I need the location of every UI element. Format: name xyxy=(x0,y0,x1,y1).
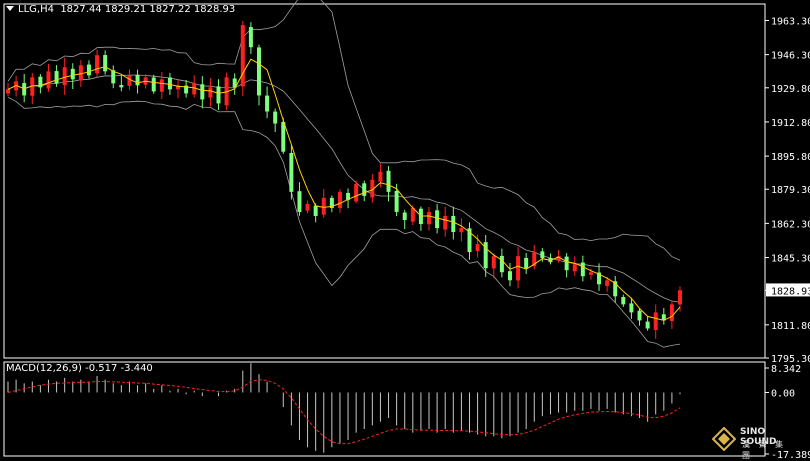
price-tick-label: 1845.30 xyxy=(771,254,810,265)
bollinger-bands xyxy=(7,0,681,348)
candle[interactable] xyxy=(256,44,261,106)
candle[interactable] xyxy=(273,108,278,132)
candle[interactable] xyxy=(548,253,553,265)
candle[interactable] xyxy=(184,80,189,98)
logo-sub: 漢 聲 集 團 xyxy=(742,440,787,460)
candle[interactable] xyxy=(645,316,650,331)
ma-line xyxy=(7,58,681,321)
candle[interactable] xyxy=(265,86,270,119)
macd-panel-border xyxy=(3,361,766,457)
macd-tick-label: 0.00 xyxy=(771,388,795,399)
candle[interactable] xyxy=(232,73,237,95)
candle[interactable] xyxy=(524,252,529,274)
price-tick-label: 1912.80 xyxy=(771,118,810,129)
candle[interactable] xyxy=(507,262,512,287)
price-axis: 1963.30 1946.30 1929.80 1912.80 1895.80 1879.… xyxy=(765,16,810,365)
candle[interactable] xyxy=(597,263,602,291)
candle[interactable] xyxy=(176,79,181,99)
candle[interactable] xyxy=(467,222,472,260)
macd-label: MACD(12,26,9) xyxy=(6,363,82,374)
candle[interactable] xyxy=(86,60,91,79)
candle[interactable] xyxy=(483,235,488,277)
moving-average-line xyxy=(7,58,681,321)
price-tick-label: 1963.30 xyxy=(771,16,810,27)
candle[interactable] xyxy=(240,20,245,97)
candle[interactable] xyxy=(305,200,310,213)
candle[interactable] xyxy=(119,75,124,92)
candle[interactable] xyxy=(289,145,294,200)
candle[interactable] xyxy=(208,77,213,107)
candle[interactable] xyxy=(151,74,156,94)
price-tick-label: 1946.30 xyxy=(771,51,810,62)
candle[interactable] xyxy=(653,304,658,339)
candle[interactable] xyxy=(135,69,140,94)
candle[interactable] xyxy=(613,276,618,303)
candle[interactable] xyxy=(111,65,116,89)
candle[interactable] xyxy=(248,22,253,54)
candle[interactable] xyxy=(418,206,423,231)
macd-header: MACD(12,26,9) -0.517 -3.440 xyxy=(6,363,153,374)
candle[interactable] xyxy=(30,73,35,105)
candle[interactable] xyxy=(38,74,43,94)
price-tick-label: 1811.80 xyxy=(771,321,810,332)
candle[interactable] xyxy=(459,218,464,242)
candle[interactable] xyxy=(62,57,67,95)
candlestick-series[interactable] xyxy=(6,20,682,339)
bollinger-upper xyxy=(7,0,681,261)
chart-canvas: 1963.30 1946.30 1929.80 1912.80 1895.80 1879.… xyxy=(3,0,810,459)
current-price-label: 1828.93 xyxy=(771,286,810,297)
dropdown-triangle-icon[interactable] xyxy=(6,6,14,11)
candle[interactable] xyxy=(337,189,342,213)
chart-frame xyxy=(3,3,766,457)
candle[interactable] xyxy=(661,307,666,325)
candle[interactable] xyxy=(580,255,585,282)
macd-tick-label: 8.342 xyxy=(771,364,801,375)
candle[interactable] xyxy=(46,63,51,92)
macd-values: -0.517 -3.440 xyxy=(85,363,153,374)
candle[interactable] xyxy=(678,286,682,312)
candle[interactable] xyxy=(532,244,537,270)
candle[interactable] xyxy=(200,76,205,109)
candle[interactable] xyxy=(427,206,432,231)
candle[interactable] xyxy=(297,182,302,216)
candle[interactable] xyxy=(499,248,504,278)
price-tick-label: 1895.80 xyxy=(771,152,810,163)
candle[interactable] xyxy=(362,180,367,202)
candle[interactable] xyxy=(329,195,334,213)
sino-sound-logo: SINO SOUND 漢 聲 集 團 xyxy=(712,425,802,460)
main-panel-border xyxy=(3,3,766,359)
diamond-logo-icon xyxy=(712,427,736,451)
candle[interactable] xyxy=(6,82,10,97)
chart-header: LLG,H4 1827.44 1829.21 1827.22 1828.93 xyxy=(6,4,235,15)
macd-panel[interactable] xyxy=(7,363,681,453)
macd-signal-line xyxy=(7,379,681,445)
price-tick-label: 1929.80 xyxy=(771,84,810,95)
candle[interactable] xyxy=(443,206,448,237)
symbol-label: LLG,H4 xyxy=(18,4,54,15)
candle[interactable] xyxy=(516,247,521,289)
candle[interactable] xyxy=(192,75,197,98)
candle[interactable] xyxy=(95,49,100,78)
candle[interactable] xyxy=(354,180,359,204)
bollinger-middle xyxy=(7,74,681,303)
ohlc-readout: 1827.44 1829.21 1827.22 1828.93 xyxy=(60,4,236,15)
candle[interactable] xyxy=(572,256,577,276)
candle[interactable] xyxy=(159,71,164,99)
candle[interactable] xyxy=(321,189,326,218)
candle[interactable] xyxy=(103,50,108,75)
candle[interactable] xyxy=(491,253,496,279)
price-tick-label: 1862.30 xyxy=(771,219,810,230)
price-tick-label: 1879.30 xyxy=(771,185,810,196)
bollinger-lower xyxy=(7,97,681,348)
candle[interactable] xyxy=(564,253,569,278)
candle[interactable] xyxy=(216,79,221,110)
candle[interactable] xyxy=(629,297,634,319)
candle[interactable] xyxy=(621,294,626,307)
candle[interactable] xyxy=(402,209,407,230)
candle[interactable] xyxy=(637,307,642,326)
